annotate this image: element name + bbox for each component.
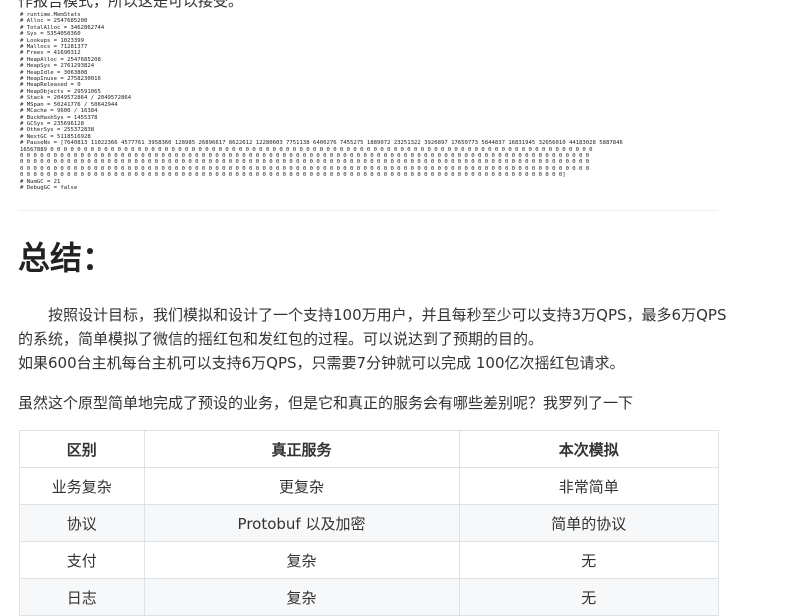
- table-row: 协议 Protobuf 以及加密 简单的协议: [19, 504, 719, 542]
- comparison-table: 区别 真正服务 本次模拟 业务复杂 更复杂 非常简单 协议 Protobuf 以…: [19, 430, 719, 616]
- header-real-service: 真正服务: [143, 430, 460, 468]
- table-cell: 业务复杂: [19, 467, 145, 505]
- table-row: 支付 复杂 无: [19, 541, 719, 579]
- table-cell: 无: [458, 578, 719, 616]
- memstats-code-block: # runtime.MemStats # Alloc = 2547685208 # …: [20, 12, 720, 191]
- code-line: # PauseNs = [7640813 11022366 4577761 39…: [20, 140, 623, 147]
- code-line: # DebugGC = false: [20, 184, 78, 191]
- table-cell: 支付: [19, 541, 145, 579]
- table-header-row: 区别 真正服务 本次模拟: [19, 430, 719, 468]
- summary-line-1: 按照设计目标，我们模拟和设计了一个支持100万用户，并且每秒至少可以支持3万QP…: [18, 306, 727, 348]
- table-cell: Protobuf 以及加密: [143, 504, 460, 542]
- table-cell: 复杂: [143, 541, 460, 579]
- comparison-table-wrapper: 区别 真正服务 本次模拟 业务复杂 更复杂 非常简单 协议 Protobuf 以…: [19, 430, 719, 616]
- table-cell: 无: [458, 541, 719, 579]
- table-cell: 复杂: [143, 578, 460, 616]
- table-cell: 协议: [19, 504, 145, 542]
- truncated-paragraph: 作报告模式，所以这是可以接受。: [18, 0, 244, 10]
- table-cell: 简单的协议: [458, 504, 719, 542]
- table-cell: 非常简单: [458, 467, 719, 505]
- summary-paragraph: 按照设计目标，我们模拟和设计了一个支持100万用户，并且每秒至少可以支持3万QP…: [18, 303, 728, 375]
- table-cell: 更复杂: [143, 467, 460, 505]
- divider: [18, 210, 718, 211]
- header-this-simulation: 本次模拟: [458, 430, 719, 468]
- summary-line-2: 如果600台主机每台主机可以支持6万QPS，只需要7分钟就可以完成 100亿次摇…: [18, 354, 625, 372]
- table-row: 业务复杂 更复杂 非常简单: [19, 467, 719, 505]
- table-row: 日志 复杂 无: [19, 578, 719, 616]
- header-difference: 区别: [19, 430, 145, 468]
- table-cell: 日志: [19, 578, 145, 616]
- comparison-intro: 虽然这个原型简单地完成了预设的业务，但是它和真正的服务会有哪些差别呢？我罗列了一…: [18, 394, 634, 412]
- section-title: 总结：: [18, 239, 115, 277]
